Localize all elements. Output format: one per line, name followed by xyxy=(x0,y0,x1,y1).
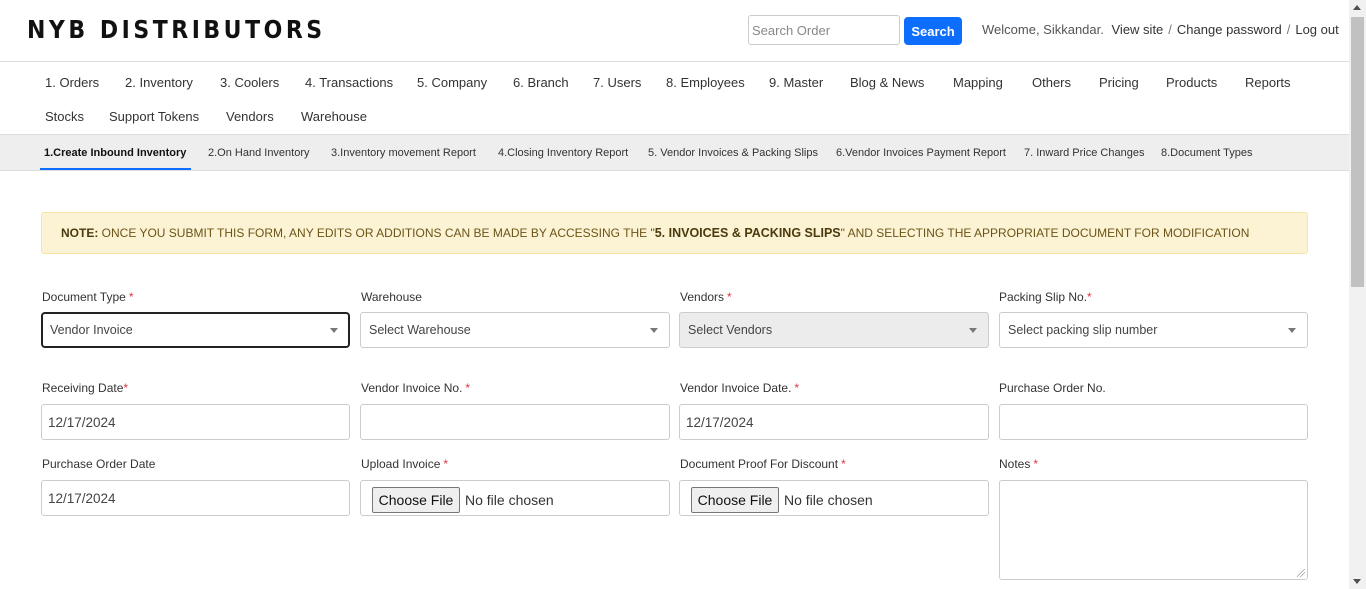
note-label: NOTE: xyxy=(61,226,99,240)
packing-slip-select[interactable]: Select packing slip number xyxy=(999,312,1308,348)
purchase-order-no-input[interactable] xyxy=(999,404,1308,440)
vendor-invoice-date-value: 12/17/2024 xyxy=(686,415,754,430)
receiving-date-value: 12/17/2024 xyxy=(48,415,116,430)
resize-grip-icon[interactable] xyxy=(1297,569,1305,577)
note-text-after: " AND SELECTING THE APPROPRIATE DOCUMENT… xyxy=(840,226,1250,240)
subnav-inventory-movement-report[interactable]: 3.Inventory movement Report xyxy=(331,147,476,159)
discount-proof-choose-file-button[interactable]: Choose File xyxy=(691,487,779,513)
chevron-down-icon xyxy=(969,328,977,333)
nav-transactions[interactable]: 4. Transactions xyxy=(305,75,393,90)
subnav-create-inbound-inventory[interactable]: 1.Create Inbound Inventory xyxy=(44,147,186,159)
notes-label: Notes * xyxy=(999,457,1039,471)
vendor-invoice-date-input[interactable]: 12/17/2024 xyxy=(679,404,989,440)
nav-employees[interactable]: 8. Employees xyxy=(666,75,745,90)
note-link-text: 5. INVOICES & PACKING SLIPS xyxy=(654,226,841,240)
warehouse-label: Warehouse xyxy=(361,290,422,304)
chevron-down-icon xyxy=(650,328,658,333)
active-tab-indicator xyxy=(40,168,191,170)
purchase-order-date-input[interactable]: 12/17/2024 xyxy=(41,480,350,516)
sub-navigation: 1.Create Inbound Inventory 2.On Hand Inv… xyxy=(0,135,1349,171)
chevron-down-icon xyxy=(330,328,338,333)
subnav-inward-price-changes[interactable]: 7. Inward Price Changes xyxy=(1024,147,1144,159)
packing-slip-label: Packing Slip No.* xyxy=(999,290,1092,304)
upload-invoice-status: No file chosen xyxy=(465,492,554,508)
nav-pricing[interactable]: Pricing xyxy=(1099,75,1139,90)
warehouse-value: Select Warehouse xyxy=(369,323,471,337)
document-type-label: Document Type * xyxy=(42,290,134,304)
purchase-order-date-label: Purchase Order Date xyxy=(42,457,156,471)
search-order-input[interactable] xyxy=(748,15,900,45)
search-button[interactable]: Search xyxy=(904,17,962,45)
nav-orders[interactable]: 1. Orders xyxy=(45,75,99,90)
brand-logo[interactable]: NYB DISTRIBUTORS xyxy=(27,15,326,44)
discount-proof-label: Document Proof For Discount * xyxy=(680,457,846,471)
nav-inventory[interactable]: 2. Inventory xyxy=(125,75,193,90)
discount-proof-status: No file chosen xyxy=(784,492,873,508)
subnav-vendor-invoices-packing-slips[interactable]: 5. Vendor Invoices & Packing Slips xyxy=(648,147,818,159)
upload-invoice-label: Upload Invoice * xyxy=(361,457,449,471)
scroll-up-arrow-icon[interactable] xyxy=(1353,5,1361,10)
nav-coolers[interactable]: 3. Coolers xyxy=(220,75,279,90)
nav-master[interactable]: 9. Master xyxy=(769,75,823,90)
vendor-invoice-no-label: Vendor Invoice No. * xyxy=(361,381,471,395)
nav-mapping[interactable]: Mapping xyxy=(953,75,1003,90)
warehouse-select[interactable]: Select Warehouse xyxy=(360,312,670,348)
purchase-order-date-value: 12/17/2024 xyxy=(48,491,116,506)
purchase-order-no-label: Purchase Order No. xyxy=(999,381,1106,395)
note-text-before: ONCE YOU SUBMIT THIS FORM, ANY EDITS OR … xyxy=(98,226,655,240)
receiving-date-label: Receiving Date* xyxy=(42,381,129,395)
nav-products[interactable]: Products xyxy=(1166,75,1217,90)
nav-users[interactable]: 7. Users xyxy=(593,75,641,90)
notes-textarea[interactable] xyxy=(999,480,1308,580)
nav-warehouse[interactable]: Warehouse xyxy=(301,109,367,124)
scroll-down-arrow-icon[interactable] xyxy=(1353,579,1361,584)
subnav-closing-inventory-report[interactable]: 4.Closing Inventory Report xyxy=(498,147,628,159)
vendors-select[interactable]: Select Vendors xyxy=(679,312,989,348)
main-navigation: 1. Orders 2. Inventory 3. Coolers 4. Tra… xyxy=(0,61,1349,135)
log-out-link[interactable]: Log out xyxy=(1295,22,1338,37)
nav-support-tokens[interactable]: Support Tokens xyxy=(109,109,199,124)
document-type-select[interactable]: Vendor Invoice xyxy=(41,312,350,348)
vendor-invoice-date-label: Vendor Invoice Date. * xyxy=(680,381,800,395)
scrollbar-thumb[interactable] xyxy=(1351,17,1364,287)
nav-company[interactable]: 5. Company xyxy=(417,75,487,90)
chevron-down-icon xyxy=(1288,328,1296,333)
document-type-value: Vendor Invoice xyxy=(50,323,133,337)
upload-invoice-field: Choose File No file chosen xyxy=(360,480,670,516)
subnav-document-types[interactable]: 8.Document Types xyxy=(1161,147,1253,159)
vendors-value: Select Vendors xyxy=(688,323,773,337)
vendor-invoice-no-input[interactable] xyxy=(360,404,670,440)
nav-stocks[interactable]: Stocks xyxy=(45,109,84,124)
change-password-link[interactable]: Change password xyxy=(1177,22,1282,37)
subnav-on-hand-inventory[interactable]: 2.On Hand Inventory xyxy=(208,147,310,159)
subnav-vendor-invoices-payment-report[interactable]: 6.Vendor Invoices Payment Report xyxy=(836,147,1006,159)
nav-vendors[interactable]: Vendors xyxy=(226,109,274,124)
page-scrollbar[interactable] xyxy=(1349,0,1366,589)
note-banner: NOTE: ONCE YOU SUBMIT THIS FORM, ANY EDI… xyxy=(41,212,1308,254)
packing-slip-value: Select packing slip number xyxy=(1008,323,1158,337)
separator: / xyxy=(1168,22,1172,37)
vendors-label: Vendors * xyxy=(680,290,732,304)
receiving-date-input[interactable]: 12/17/2024 xyxy=(41,404,350,440)
separator: / xyxy=(1286,22,1291,37)
upload-invoice-choose-file-button[interactable]: Choose File xyxy=(372,487,460,513)
nav-others[interactable]: Others xyxy=(1032,75,1071,90)
view-site-link[interactable]: View site xyxy=(1112,22,1164,37)
nav-reports[interactable]: Reports xyxy=(1245,75,1291,90)
welcome-text: Welcome, Sikkandar. xyxy=(982,22,1104,37)
discount-proof-field: Choose File No file chosen xyxy=(679,480,989,516)
nav-blog-news[interactable]: Blog & News xyxy=(850,75,924,90)
user-tools: Welcome, Sikkandar. View site / Change pas… xyxy=(982,22,1339,37)
nav-branch[interactable]: 6. Branch xyxy=(513,75,569,90)
top-header: NYB DISTRIBUTORS Search Welcome, Sikkand… xyxy=(0,0,1349,61)
